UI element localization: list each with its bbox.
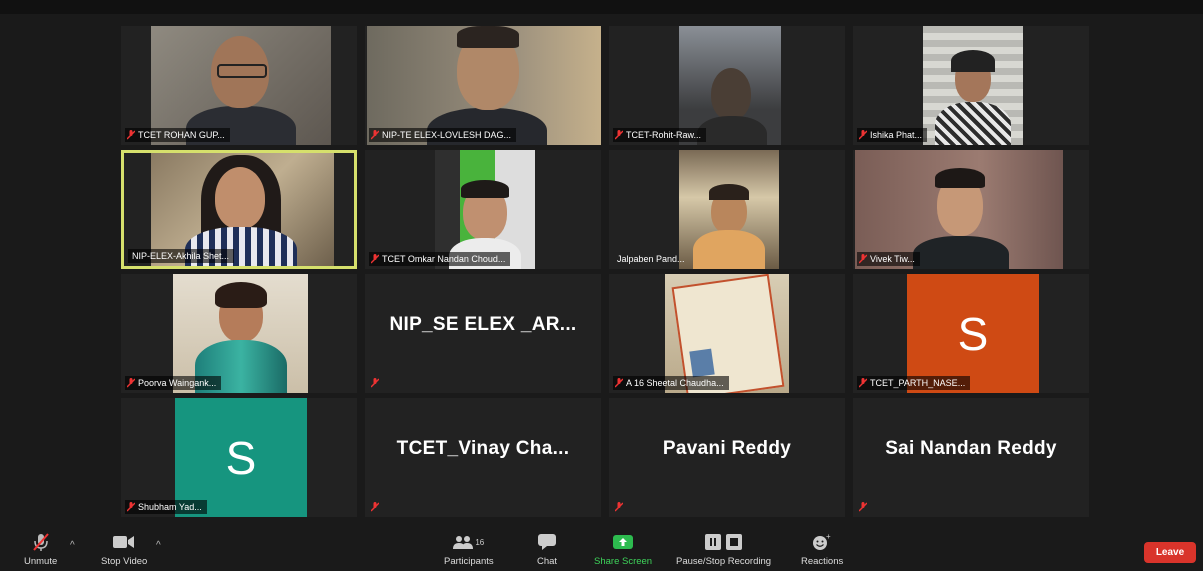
participant-name-tag: Poorva Waingank...: [125, 376, 222, 390]
leave-button[interactable]: Leave: [1144, 542, 1196, 563]
participant-name-tag: [369, 500, 384, 514]
participant-name: TCET Omkar Nandan Choud...: [382, 254, 506, 264]
muted-mic-icon: [371, 378, 379, 388]
share-screen-icon: [613, 532, 634, 552]
participants-icon: 16: [453, 532, 484, 552]
participant-name-tag: Shubham Yad...: [125, 500, 207, 514]
participant-video: [923, 26, 1023, 145]
participant-tile[interactable]: NIP_SE ELEX _AR...: [365, 274, 601, 393]
muted-mic-icon: [371, 130, 379, 140]
participant-tile[interactable]: Sai Nandan Reddy: [853, 398, 1089, 517]
participant-display-name: Sai Nandan Reddy: [885, 438, 1057, 459]
muted-mic-icon: [127, 502, 135, 512]
participant-name-tag: [613, 500, 628, 514]
participant-tile[interactable]: TCET Omkar Nandan Choud...: [365, 150, 601, 269]
participant-tile[interactable]: NIP-TE ELEX-LOVLESH DAG...: [365, 26, 601, 145]
chat-icon: [538, 532, 557, 552]
participant-video: [679, 150, 779, 269]
muted-mic-icon: [371, 254, 379, 264]
reactions-button[interactable]: + Reactions: [801, 532, 843, 567]
participant-name: Shubham Yad...: [138, 502, 202, 512]
participants-label: Participants: [444, 556, 494, 567]
participant-name-tag: Jalpaben Pand...: [613, 252, 690, 266]
participant-name: A 16 Sheetal Chaudha...: [626, 378, 724, 388]
participant-tile[interactable]: Pavani Reddy: [609, 398, 845, 517]
video-options-caret-icon[interactable]: ^: [156, 540, 161, 551]
participant-name-tag: TCET Omkar Nandan Choud...: [369, 252, 511, 266]
participant-tile[interactable]: Vivek Tiw...: [853, 150, 1089, 269]
participant-name-tag: [369, 376, 384, 390]
muted-mic-icon: [859, 378, 867, 388]
muted-mic-icon: [371, 502, 379, 512]
participant-name: Jalpaben Pand...: [617, 254, 685, 264]
participant-name: NIP-TE ELEX-LOVLESH DAG...: [382, 130, 512, 140]
participant-name: TCET_PARTH_NASE...: [870, 378, 966, 388]
participant-tile[interactable]: TCET ROHAN GUP...: [121, 26, 357, 145]
participant-name: NIP-ELEX-Akhila Shet...: [132, 251, 230, 261]
chat-button[interactable]: Chat: [537, 532, 557, 567]
stop-video-label: Stop Video: [101, 556, 148, 567]
stop-video-button[interactable]: Stop Video: [101, 532, 147, 567]
pause-stop-recording-button[interactable]: Pause/Stop Recording: [676, 532, 771, 567]
muted-microphone-icon: [31, 532, 51, 552]
participants-count: 16: [475, 537, 485, 547]
participant-name: Vivek Tiw...: [870, 254, 915, 264]
participant-name-tag: TCET ROHAN GUP...: [125, 128, 230, 142]
participant-name: Poorva Waingank...: [138, 378, 217, 388]
participant-name-tag: NIP-TE ELEX-LOVLESH DAG...: [369, 128, 517, 142]
muted-mic-icon: [127, 378, 135, 388]
muted-mic-icon: [859, 502, 867, 512]
participant-name-tag: NIP-ELEX-Akhila Shet...: [128, 249, 235, 263]
recording-label: Pause/Stop Recording: [676, 556, 772, 567]
muted-mic-icon: [859, 130, 867, 140]
participant-tile[interactable]: A 16 Sheetal Chaudha...: [609, 274, 845, 393]
participant-name: TCET ROHAN GUP...: [138, 130, 225, 140]
participant-name-tag: [857, 500, 872, 514]
svg-text:+: +: [826, 533, 831, 541]
participant-tile-active-speaker[interactable]: NIP-ELEX-Akhila Shet...: [121, 150, 357, 269]
participant-display-name: NIP_SE ELEX _AR...: [389, 314, 577, 335]
participant-tile[interactable]: TCET_Vinay Cha...: [365, 398, 601, 517]
participant-name: TCET-Rohit-Raw...: [626, 130, 702, 140]
muted-mic-icon: [615, 378, 623, 388]
participant-gallery: TCET ROHAN GUP... NIP-TE ELEX-LOVLESH DA…: [121, 26, 1091, 520]
pause-stop-icon: [704, 532, 743, 552]
participant-name-tag: TCET-Rohit-Raw...: [613, 128, 707, 142]
top-bar: [0, 0, 1203, 14]
participant-name: Ishika Phat...: [870, 130, 923, 140]
participant-tile[interactable]: Jalpaben Pand...: [609, 150, 845, 269]
reactions-label: Reactions: [801, 556, 844, 567]
muted-mic-icon: [615, 502, 623, 512]
chat-label: Chat: [537, 556, 558, 567]
participant-tile[interactable]: Poorva Waingank...: [121, 274, 357, 393]
participant-name-tag: Vivek Tiw...: [857, 252, 920, 266]
audio-options-caret-icon[interactable]: ^: [70, 540, 75, 551]
participant-tile[interactable]: S Shubham Yad...: [121, 398, 357, 517]
video-camera-icon: [113, 532, 135, 552]
participant-name-tag: A 16 Sheetal Chaudha...: [613, 376, 729, 390]
participant-tile[interactable]: Ishika Phat...: [853, 26, 1089, 145]
participant-name-tag: Ishika Phat...: [857, 128, 928, 142]
unmute-button[interactable]: Unmute: [24, 532, 57, 567]
muted-mic-icon: [127, 130, 135, 140]
participants-button[interactable]: 16 Participants: [444, 532, 494, 567]
share-screen-button[interactable]: Share Screen: [594, 532, 652, 567]
participant-tile[interactable]: TCET-Rohit-Raw...: [609, 26, 845, 145]
muted-mic-icon: [615, 130, 623, 140]
participant-tile[interactable]: S TCET_PARTH_NASE...: [853, 274, 1089, 393]
share-screen-label: Share Screen: [594, 556, 653, 567]
participant-name-tag: TCET_PARTH_NASE...: [857, 376, 971, 390]
muted-mic-icon: [859, 254, 867, 264]
unmute-label: Unmute: [24, 556, 58, 567]
participant-display-name: TCET_Vinay Cha...: [396, 438, 570, 459]
participant-display-name: Pavani Reddy: [662, 438, 792, 459]
emoji-plus-icon: +: [812, 532, 832, 552]
meeting-toolbar: Unmute ^ Stop Video ^ 16 Participants Ch…: [0, 526, 1203, 571]
